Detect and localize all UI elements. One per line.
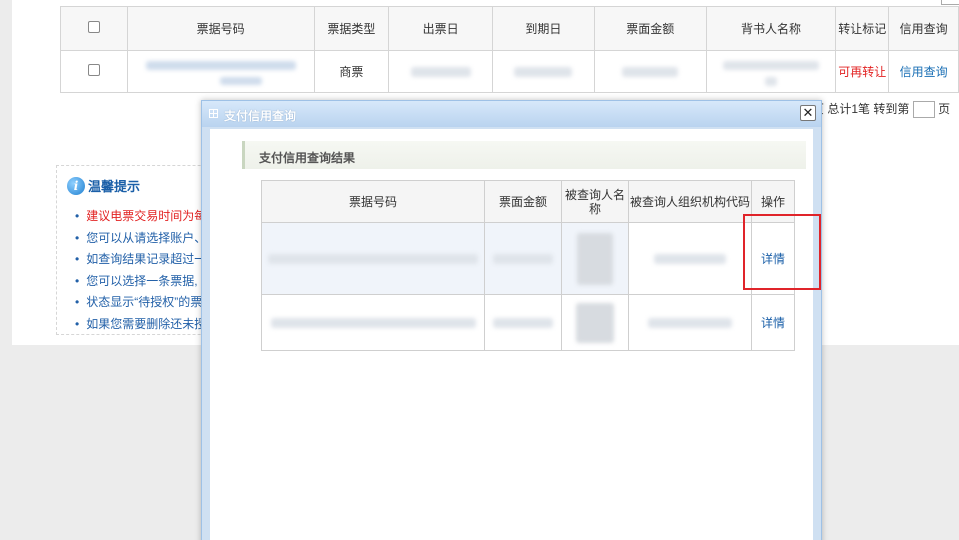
row-checkbox[interactable] xyxy=(87,64,100,76)
redacted-queried-name xyxy=(577,232,613,285)
list-item: 如果您需要删除还未授 xyxy=(75,314,220,336)
transfer-flag-cell: 可再转让 xyxy=(835,50,890,93)
header-face-amount[interactable]: 票面金额 xyxy=(593,6,707,51)
credit-query-dialog: 支付信用查询 ✕ 支付信用查询结果 票据号码 票面金额 被查询人名称 被查询人组… xyxy=(201,100,822,540)
header-issue-date[interactable]: 出票日 xyxy=(388,6,494,51)
redacted-bill-number xyxy=(268,254,478,265)
list-item: 您可以从请选择账户、 xyxy=(75,228,220,250)
credit-result-table: 票据号码 票面金额 被查询人名称 被查询人组织机构代码 操作 详情 详情 xyxy=(261,180,795,351)
result-queried-name-cell xyxy=(561,222,629,295)
header-bill-type[interactable]: 票据类型 xyxy=(313,6,390,51)
result-section-header: 支付信用查询结果 xyxy=(242,141,806,169)
table-row[interactable]: 商票 可再转让 信用查询 xyxy=(60,50,959,93)
bill-table: 票据号码 票据类型 出票日 到期日 票面金额 背书人名称 转让标记 信用查询 商… xyxy=(60,6,959,93)
redacted-org-code xyxy=(648,318,732,329)
table-row: 详情 xyxy=(261,222,795,295)
list-item: 建议电票交易时间为每日 xyxy=(75,206,220,228)
credit-query-link[interactable]: 信用查询 xyxy=(900,65,948,79)
dialog-title-bar[interactable]: 支付信用查询 ✕ xyxy=(202,101,821,127)
redacted-bill-number xyxy=(270,318,476,329)
redacted-endorser-name xyxy=(722,60,819,70)
detail-highlight-box xyxy=(743,214,821,290)
redacted-bill-number xyxy=(145,60,296,70)
result-header-bill-number: 票据号码 xyxy=(261,180,485,223)
issue-date-cell xyxy=(388,50,494,93)
list-item: 您可以选择一条票据, xyxy=(75,271,220,293)
dialog-title: 支付信用查询 xyxy=(224,109,297,123)
page-jump-input-top[interactable] xyxy=(941,0,959,5)
redacted-org-code xyxy=(654,254,726,265)
page-jump-input[interactable] xyxy=(912,101,935,119)
close-icon[interactable]: ✕ xyxy=(800,105,816,121)
redacted-issue-date xyxy=(410,67,471,78)
dialog-body: 支付信用查询结果 票据号码 票面金额 被查询人名称 被查询人组织机构代码 操作 xyxy=(210,129,813,540)
result-org-code-cell xyxy=(628,222,752,295)
result-header-queried-name: 被查询人名称 xyxy=(561,180,629,223)
pager-suffix: 页 xyxy=(938,102,951,116)
due-date-cell xyxy=(492,50,595,93)
result-face-amount-cell xyxy=(484,294,562,351)
result-bill-number-cell xyxy=(261,294,485,351)
redacted-queried-name xyxy=(576,302,614,343)
dialog-box-icon xyxy=(209,109,218,118)
redacted-face-amount xyxy=(622,67,679,78)
result-header-face-amount: 票面金额 xyxy=(484,180,562,223)
tips-header: i 温馨提示 xyxy=(67,176,140,195)
redacted-face-amount xyxy=(493,318,553,329)
credit-query-cell: 信用查询 xyxy=(888,50,959,93)
list-item: 如查询结果记录超过一 xyxy=(75,249,220,271)
result-face-amount-cell xyxy=(484,222,562,295)
header-bill-number[interactable]: 票据号码 xyxy=(126,6,315,51)
redacted-bill-number-2 xyxy=(219,77,262,86)
bill-number-cell xyxy=(126,50,315,93)
result-header-org-code: 被查询人组织机构代码 xyxy=(628,180,752,223)
endorser-name-cell xyxy=(705,50,837,93)
select-all-cell xyxy=(60,6,128,51)
tips-title: 温馨提示 xyxy=(88,179,141,194)
header-endorser-name[interactable]: 背书人名称 xyxy=(705,6,837,51)
table-row: 详情 xyxy=(261,294,795,351)
bill-table-header: 票据号码 票据类型 出票日 到期日 票面金额 背书人名称 转让标记 信用查询 xyxy=(60,6,959,51)
tips-list: 建议电票交易时间为每日 您可以从请选择账户、 如查询结果记录超过一 您可以选择一… xyxy=(75,206,220,335)
info-icon: i xyxy=(67,176,85,195)
header-due-date[interactable]: 到期日 xyxy=(492,6,595,51)
result-table-header: 票据号码 票面金额 被查询人名称 被查询人组织机构代码 操作 xyxy=(261,180,795,223)
row-select-cell xyxy=(60,50,128,93)
list-item: 状态显示“待授权”的票 xyxy=(75,292,220,314)
header-transfer-flag[interactable]: 转让标记 xyxy=(835,6,890,51)
detail-link[interactable]: 详情 xyxy=(761,316,785,330)
result-bill-number-cell xyxy=(261,222,485,295)
redacted-due-date xyxy=(514,67,573,78)
result-section-title: 支付信用查询结果 xyxy=(259,151,356,165)
bill-type-cell: 商票 xyxy=(313,50,390,93)
redacted-endorser-name-2 xyxy=(764,76,777,86)
result-org-code-cell xyxy=(628,294,752,351)
face-amount-cell xyxy=(593,50,707,93)
result-action-cell: 详情 xyxy=(751,294,795,351)
redacted-face-amount xyxy=(493,254,553,265)
result-queried-name-cell xyxy=(561,294,629,351)
select-all-checkbox[interactable] xyxy=(87,21,100,33)
header-credit-query[interactable]: 信用查询 xyxy=(888,6,959,51)
